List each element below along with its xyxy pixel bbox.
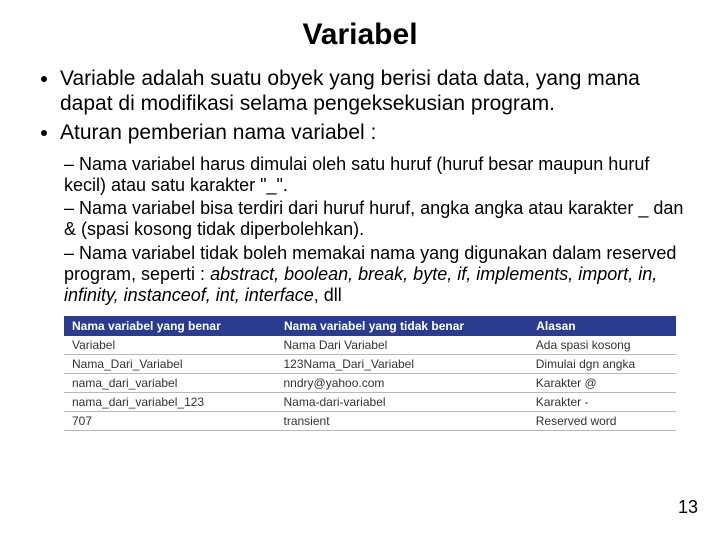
page-number: 13	[678, 497, 698, 518]
cell: Dimulai dgn angka	[528, 355, 676, 374]
th-2: Alasan	[528, 316, 676, 336]
cell: Variabel	[64, 336, 276, 355]
cell: Karakter -	[528, 393, 676, 412]
table-head-row: Nama variabel yang benar Nama variabel y…	[64, 316, 676, 336]
bullet-1: Variable adalah suatu obyek yang berisi …	[60, 66, 692, 116]
main-bullets: Variable adalah suatu obyek yang berisi …	[28, 66, 692, 146]
sub-2: Nama variabel bisa terdiri dari huruf hu…	[64, 198, 692, 240]
cell: Nama-dari-variabel	[276, 393, 528, 412]
cell: transient	[276, 412, 528, 431]
th-1: Nama variabel yang tidak benar	[276, 316, 528, 336]
cell: 707	[64, 412, 276, 431]
table-row: nama_dari_variabel nndry@yahoo.com Karak…	[64, 374, 676, 393]
cell: nama_dari_variabel	[64, 374, 276, 393]
sub-bullets: Nama variabel harus dimulai oleh satu hu…	[28, 154, 692, 307]
th-0: Nama variabel yang benar	[64, 316, 276, 336]
table-row: Variabel Nama Dari Variabel Ada spasi ko…	[64, 336, 676, 355]
cell: nndry@yahoo.com	[276, 374, 528, 393]
cell: 123Nama_Dari_Variabel	[276, 355, 528, 374]
sub-1: Nama variabel harus dimulai oleh satu hu…	[64, 154, 692, 196]
table-wrap: Nama variabel yang benar Nama variabel y…	[64, 316, 676, 431]
cell: Nama Dari Variabel	[276, 336, 528, 355]
cell: Reserved word	[528, 412, 676, 431]
sub-3-suffix: , dll	[314, 285, 342, 305]
table-row: Nama_Dari_Variabel 123Nama_Dari_Variabel…	[64, 355, 676, 374]
cell: Nama_Dari_Variabel	[64, 355, 276, 374]
cell: Karakter @	[528, 374, 676, 393]
table-row: 707 transient Reserved word	[64, 412, 676, 431]
slide-title: Variabel	[28, 18, 692, 52]
bullet-2: Aturan pemberian nama variabel :	[60, 120, 692, 145]
slide: Variabel Variable adalah suatu obyek yan…	[0, 0, 720, 540]
var-table: Nama variabel yang benar Nama variabel y…	[64, 316, 676, 431]
cell: Ada spasi kosong	[528, 336, 676, 355]
table-row: nama_dari_variabel_123 Nama-dari-variabe…	[64, 393, 676, 412]
cell: nama_dari_variabel_123	[64, 393, 276, 412]
sub-3: Nama variabel tidak boleh memakai nama y…	[64, 243, 692, 307]
